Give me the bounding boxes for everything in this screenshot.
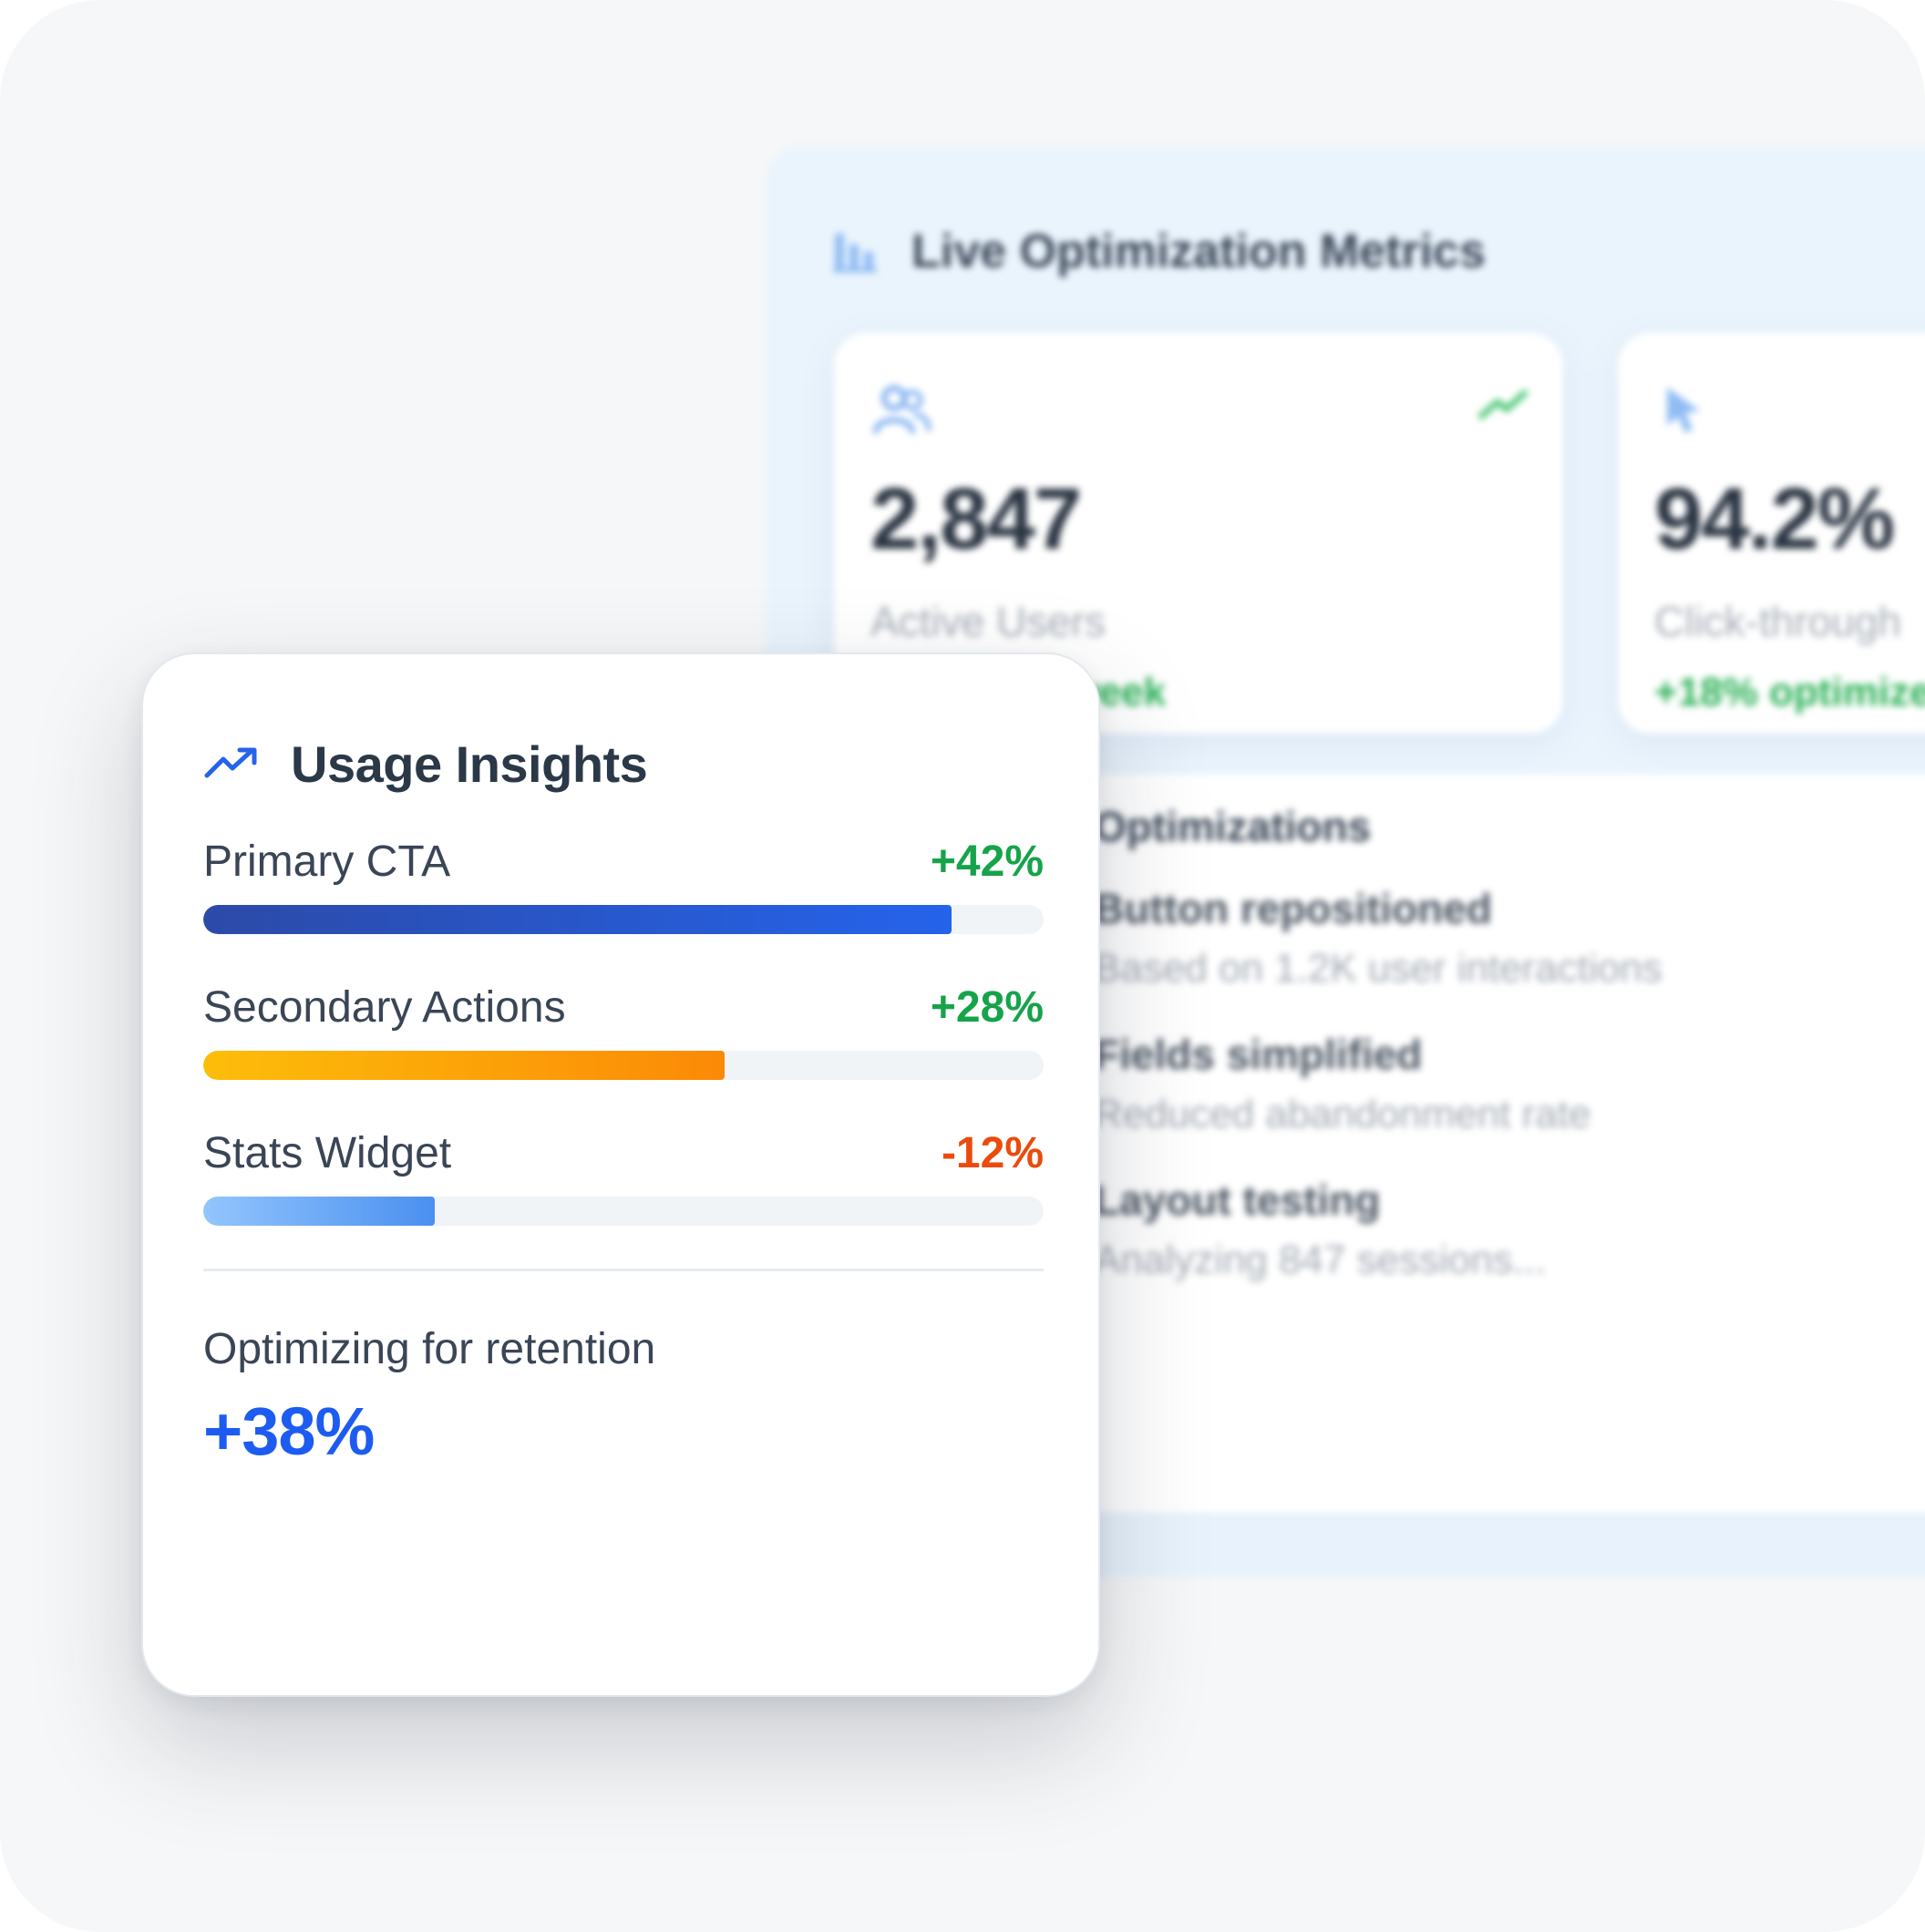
list-item[interactable]: Button repositioned Based on 1.2K user i… [1094, 884, 1662, 992]
list-item-subtitle: Based on 1.2K user interactions [1094, 946, 1662, 991]
progress-fill [203, 1197, 435, 1226]
metric-card-click-through[interactable]: 94.2% Click-through +18% optimized [1618, 333, 1925, 734]
cursor-click-icon [1667, 387, 1700, 433]
divider [203, 1269, 1044, 1271]
progress-fill [203, 1051, 725, 1080]
row-label: Secondary Actions [203, 983, 566, 1032]
live-metrics-title: Live Optimization Metrics [911, 225, 1486, 278]
card-title: Usage Insights [291, 735, 648, 793]
metric-label: Click-through [1654, 598, 1901, 645]
list-item[interactable]: Layout testing Analyzing 847 sessions... [1094, 1176, 1547, 1283]
usage-insights-card: Usage Insights Primary CTA +42% Secondar… [141, 653, 1100, 1697]
list-item-subtitle: Reduced abandonment rate [1094, 1092, 1591, 1136]
insight-row-stats-widget: Stats Widget -12% [203, 1128, 1044, 1226]
trending-up-icon [204, 747, 257, 778]
list-item-title: Layout testing [1094, 1177, 1381, 1224]
insight-row-secondary-actions: Secondary Actions +28% [203, 982, 1044, 1080]
optimizations-title: Optimizations [1094, 803, 1372, 850]
live-metrics-header: Live Optimization Metrics [829, 219, 1486, 284]
retention-label: Optimizing for retention [203, 1325, 656, 1373]
retention-value: +38% [203, 1393, 375, 1469]
row-label: Primary CTA [203, 838, 451, 886]
card-header: Usage Insights [203, 727, 648, 800]
metric-change: +18% optimized [1654, 670, 1925, 714]
progress-track [203, 1197, 1044, 1226]
trending-up-icon [1478, 390, 1528, 419]
progress-track [203, 1051, 1044, 1080]
row-value: -12% [941, 1129, 1044, 1177]
list-item-subtitle: Analyzing 847 sessions... [1094, 1238, 1547, 1282]
bar-chart-icon [833, 233, 877, 272]
metric-value: 2,847 [870, 470, 1082, 568]
progress-track [203, 905, 1044, 934]
metric-label: Active Users [870, 598, 1107, 645]
row-value: +42% [930, 838, 1044, 886]
row-value: +28% [930, 983, 1044, 1032]
progress-fill [203, 905, 952, 934]
stage: Live Optimization Metrics 2,847 Active U… [0, 0, 1925, 1932]
row-label: Stats Widget [203, 1129, 452, 1177]
list-item[interactable]: Fields simplified Reduced abandonment ra… [1094, 1030, 1591, 1137]
list-item-title: Button repositioned [1094, 885, 1492, 932]
users-icon [873, 385, 932, 434]
insight-row-primary-cta: Primary CTA +42% [203, 837, 1044, 934]
list-item-title: Fields simplified [1094, 1031, 1423, 1078]
metric-value: 94.2% [1654, 470, 1895, 568]
